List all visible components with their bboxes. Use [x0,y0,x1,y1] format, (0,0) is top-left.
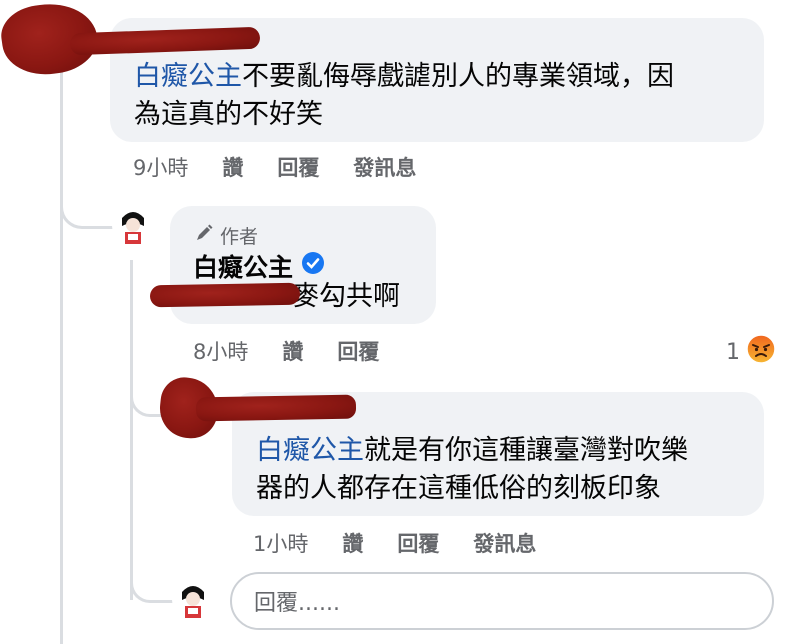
thread-curve-composer [130,560,173,603]
comment-text: 白癡公主不要亂侮辱戲謔別人的專業領域，因 為這真的不好笑 [134,58,754,134]
reaction-summary[interactable]: 1 [726,334,776,370]
comment-text-line2: 為這真的不好笑 [134,99,323,130]
thread-line-reply1 [130,260,133,600]
timestamp: 1小時 [253,532,309,556]
reply-meta: 1小時 讚 回覆 發訊息 [253,528,536,558]
reply-text-suffix: 麥勾共啊 [292,281,400,312]
reply-input[interactable]: 回覆...... [230,572,774,630]
reply-text: 麥勾共啊 [292,278,400,316]
avatar[interactable] [112,204,154,246]
reply-button[interactable]: 回覆 [337,336,379,366]
mention-link[interactable]: 白癡公主 [134,61,242,92]
redaction-mark [195,394,357,422]
thread-line-main [60,60,63,644]
like-button[interactable]: 讚 [282,336,303,366]
author-badge: 作者 [194,222,258,249]
comment-meta: 9小時 讚 回覆 發訊息 [133,152,416,182]
pen-icon [194,223,214,248]
like-button[interactable]: 讚 [222,152,243,182]
mention-link[interactable]: 白癡公主 [256,435,364,466]
redaction-mark [149,282,301,308]
like-button[interactable]: 讚 [342,528,363,558]
timestamp: 8小時 [193,340,249,364]
reply-meta: 8小時 讚 回覆 [193,336,379,366]
reply-text-line2: 器的人都存在這種低俗的刻板印象 [256,473,661,504]
comment-text-line1: 不要亂侮辱戲謔別人的專業領域，因 [242,61,674,92]
reply-button[interactable]: 回覆 [277,152,319,182]
thread-curve-reply1 [60,180,115,229]
reply-text-line1: 就是有你這種讓臺灣對吹樂 [364,435,688,466]
author-name[interactable]: 白癡公主 [193,248,293,284]
verified-badge-icon [301,251,325,281]
send-message-button[interactable]: 發訊息 [473,528,536,558]
reply-input-placeholder: 回覆...... [254,591,340,616]
reply-text: 白癡公主就是有你這種讓臺灣對吹樂 器的人都存在這種低俗的刻板印象 [256,432,756,508]
avatar[interactable] [172,578,214,620]
angry-face-icon [746,334,776,370]
send-message-button[interactable]: 發訊息 [353,152,416,182]
author-badge-label: 作者 [220,226,259,248]
timestamp: 9小時 [133,156,189,180]
reply-button[interactable]: 回覆 [397,528,439,558]
reaction-count: 1 [726,339,740,365]
